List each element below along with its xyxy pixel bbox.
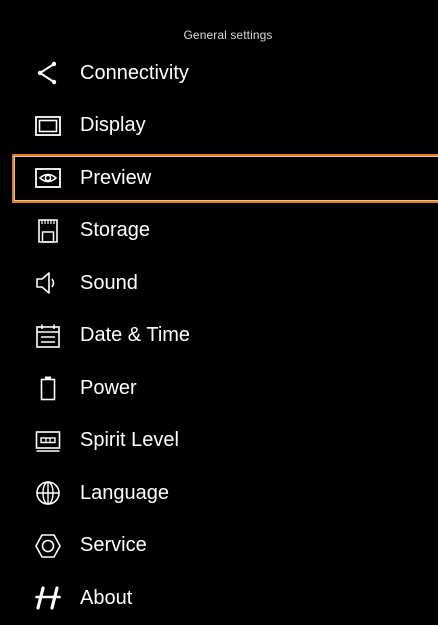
- settings-menu: Connectivity Display Preview Storage Sou…: [0, 47, 438, 625]
- menu-item-spirit-level[interactable]: Spirit Level: [0, 415, 438, 468]
- menu-item-service[interactable]: Service: [0, 520, 438, 573]
- share-icon: [34, 59, 62, 87]
- menu-item-display[interactable]: Display: [0, 100, 438, 153]
- page-title: General settings: [183, 28, 273, 42]
- menu-item-label: Connectivity: [80, 61, 189, 84]
- menu-item-about[interactable]: About: [0, 572, 438, 625]
- display-icon: [34, 112, 62, 140]
- menu-item-storage[interactable]: Storage: [0, 205, 438, 258]
- spirit-level-icon: [34, 427, 62, 455]
- menu-item-date-time[interactable]: Date & Time: [0, 310, 438, 363]
- globe-icon: [34, 479, 62, 507]
- menu-item-power[interactable]: Power: [0, 362, 438, 415]
- menu-item-sound[interactable]: Sound: [0, 257, 438, 310]
- calendar-icon: [34, 322, 62, 350]
- menu-item-label: Power: [80, 376, 137, 399]
- menu-item-label: Preview: [80, 166, 152, 189]
- menu-item-label: About: [80, 586, 133, 609]
- menu-item-language[interactable]: Language: [0, 467, 438, 520]
- menu-item-label: Date & Time: [80, 324, 191, 347]
- menu-item-label: Sound: [80, 271, 138, 294]
- speaker-icon: [34, 269, 62, 297]
- menu-item-connectivity[interactable]: Connectivity: [0, 47, 438, 100]
- menu-item-preview[interactable]: Preview: [0, 152, 438, 205]
- battery-icon: [34, 374, 62, 402]
- hasselblad-h-icon: [34, 584, 62, 612]
- eye-icon: [34, 164, 62, 192]
- menu-item-label: Language: [80, 481, 169, 504]
- hexagon-icon: [34, 532, 62, 560]
- sd-card-icon: [34, 217, 62, 245]
- menu-item-label: Service: [80, 534, 147, 557]
- menu-item-label: Spirit Level: [80, 429, 179, 452]
- menu-item-label: Storage: [80, 219, 151, 242]
- menu-item-label: Display: [80, 114, 146, 137]
